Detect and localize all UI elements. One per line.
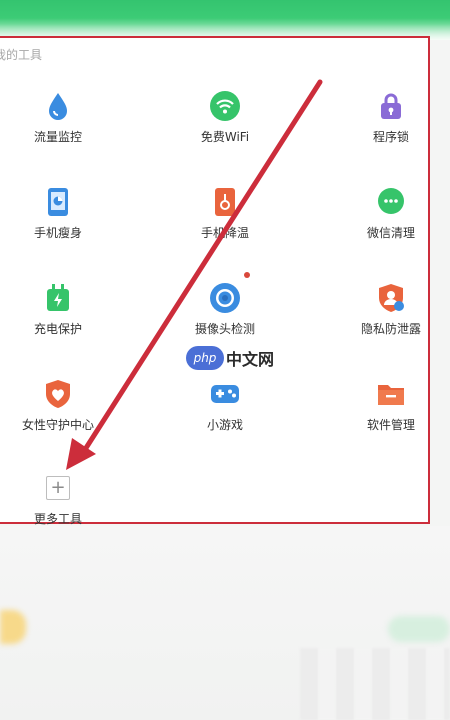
blurred-badge: [0, 610, 26, 644]
mosaic-area: [300, 648, 450, 720]
blurred-button: [388, 616, 450, 642]
